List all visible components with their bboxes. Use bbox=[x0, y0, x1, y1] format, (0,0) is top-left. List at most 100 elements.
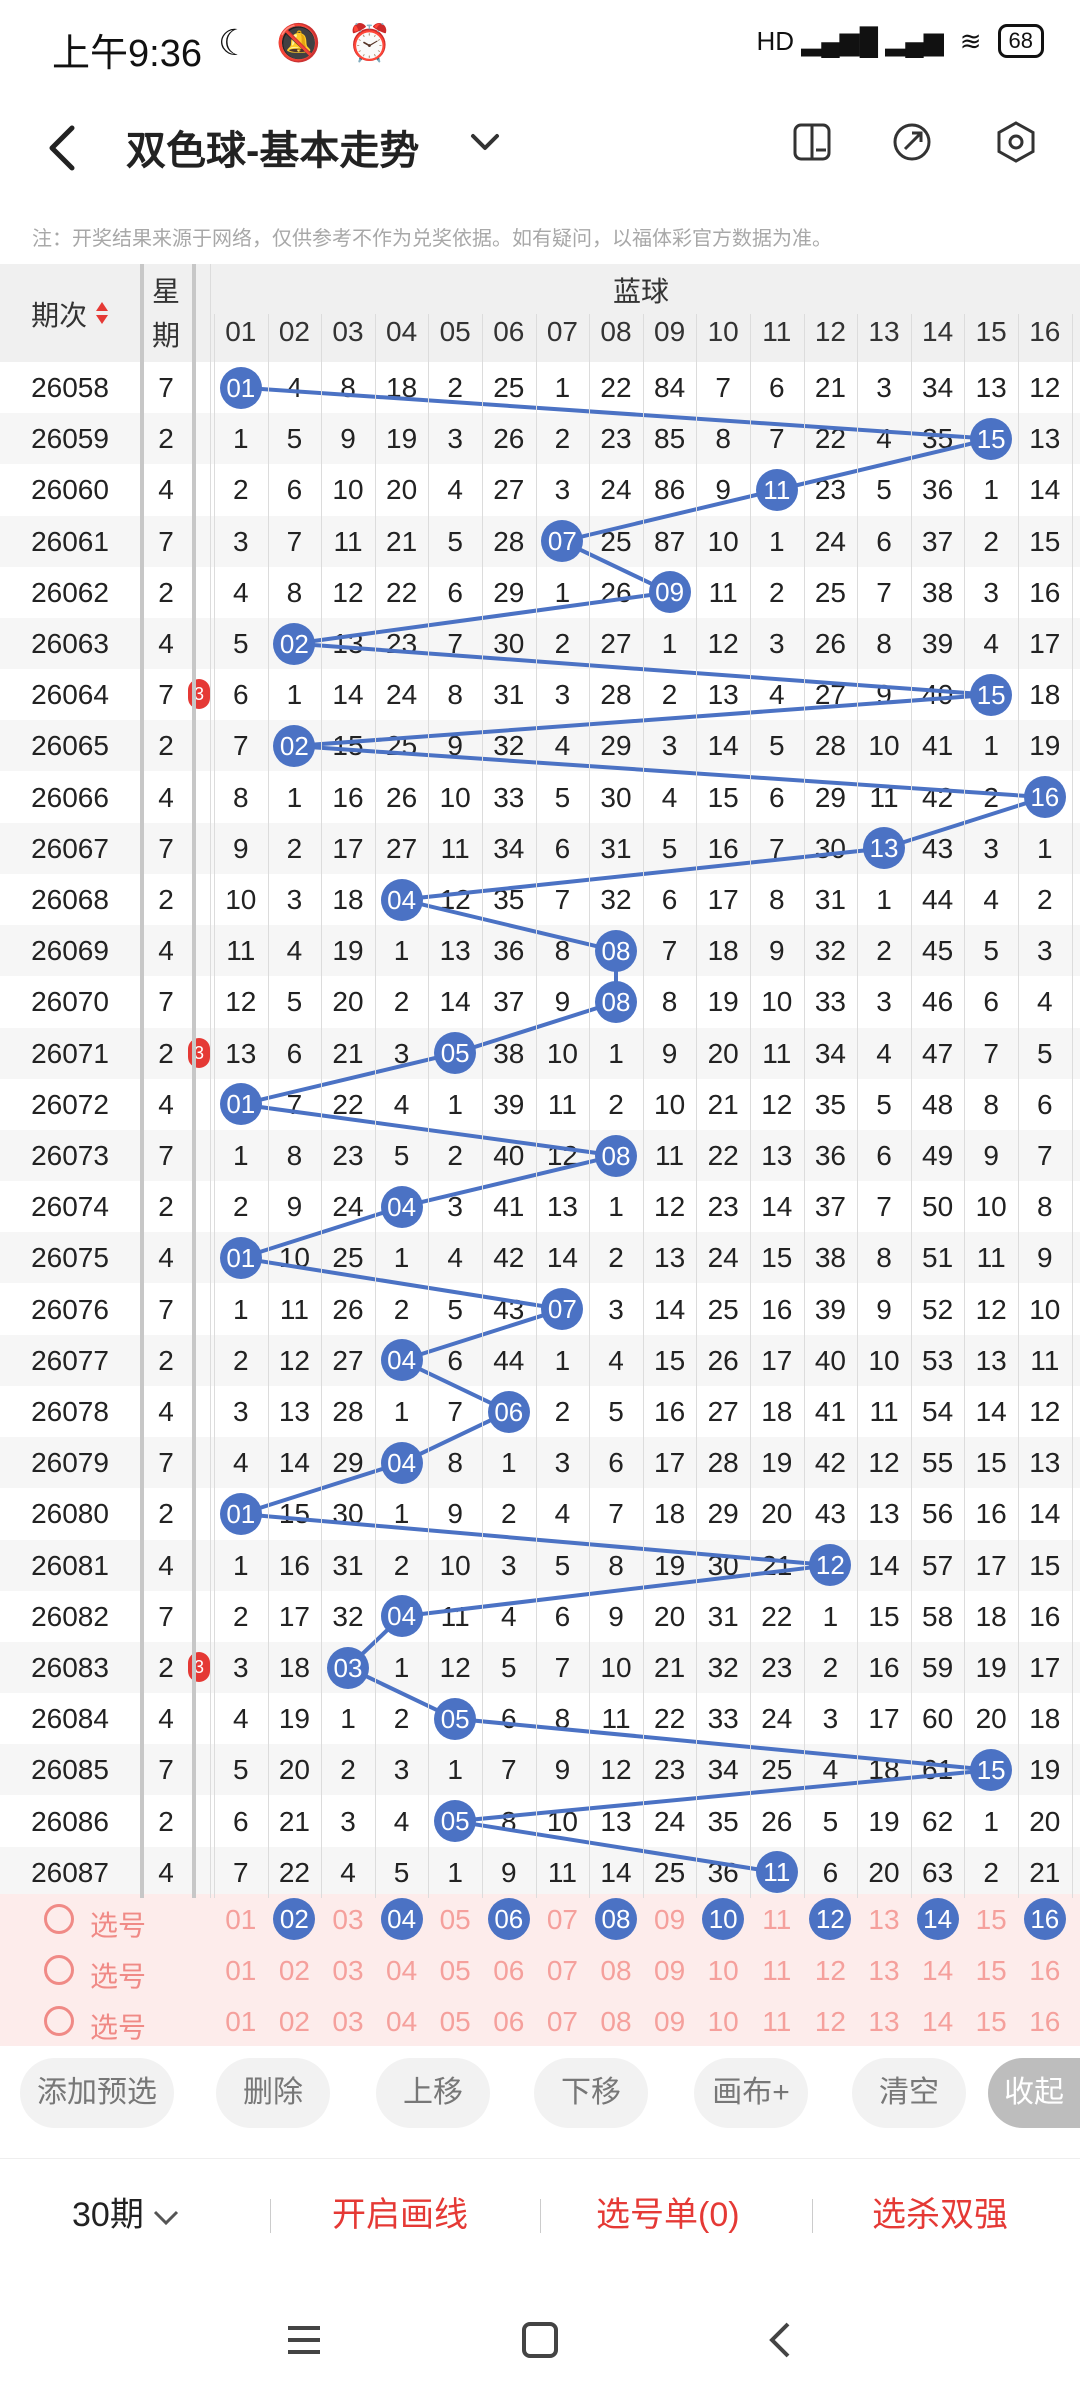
pick-list-button[interactable]: 选号单(0) bbox=[596, 2187, 740, 2236]
omission-cell: 44 bbox=[922, 884, 954, 915]
omission-cell: 14 bbox=[439, 986, 471, 1018]
kill-strong-button[interactable]: 选杀双强 bbox=[872, 2187, 1008, 2236]
pick-number[interactable]: 06 bbox=[482, 1945, 536, 1996]
pick-number[interactable]: 03 bbox=[321, 1945, 375, 1996]
pick-number[interactable]: 16 bbox=[1018, 1945, 1072, 1996]
pick-number[interactable]: 02 bbox=[267, 1945, 321, 1996]
pick-number[interactable]: 12 bbox=[803, 1945, 857, 1996]
omission-cell: 19 bbox=[332, 935, 364, 967]
pick-number[interactable]: 14 bbox=[911, 1996, 965, 2047]
omission-cell: 36 bbox=[493, 935, 525, 967]
pick-number[interactable]: 13 bbox=[857, 1894, 911, 1945]
pick-number[interactable]: 16 bbox=[1018, 1996, 1072, 2047]
pick-number-selected[interactable]: 08 bbox=[595, 1898, 637, 1940]
pick-number[interactable]: 15 bbox=[964, 1945, 1018, 1996]
pick-number-selected[interactable]: 04 bbox=[380, 1898, 423, 1940]
col-header-number: 08 bbox=[600, 316, 632, 347]
pick-number[interactable]: 14 bbox=[911, 1945, 965, 1996]
pick-number[interactable]: 15 bbox=[964, 1996, 1018, 2047]
pick-number[interactable]: 05 bbox=[428, 1996, 482, 2047]
omission-cell: 6 bbox=[876, 1140, 892, 1171]
pick-number[interactable]: 10 bbox=[696, 1945, 750, 1996]
grid-separator bbox=[210, 264, 211, 1898]
pick-number[interactable]: 09 bbox=[643, 1996, 697, 2047]
menu-icon[interactable] bbox=[284, 2314, 324, 2372]
delete-button[interactable]: 删除 bbox=[216, 2058, 330, 2128]
omission-cell: 23 bbox=[814, 474, 846, 506]
omission-cell: 48 bbox=[922, 1088, 954, 1120]
pick-number[interactable]: 07 bbox=[535, 1996, 589, 2047]
pick-number[interactable]: 07 bbox=[535, 1894, 589, 1945]
settings-icon[interactable] bbox=[992, 120, 1040, 168]
pick-number-selected[interactable]: 16 bbox=[1023, 1898, 1066, 1940]
omission-cell: 8 bbox=[286, 576, 303, 608]
pick-number[interactable]: 06 bbox=[482, 1996, 536, 2047]
period-selector[interactable]: 30期 bbox=[72, 2187, 179, 2236]
add-preselect-button[interactable]: 添加预选 bbox=[20, 2058, 174, 2128]
pick-radio[interactable] bbox=[44, 1955, 74, 1986]
omission-cell: 27 bbox=[707, 1396, 739, 1427]
draw-line-button[interactable]: 开启画线 bbox=[332, 2187, 468, 2236]
clear-button[interactable]: 清空 bbox=[852, 2058, 966, 2128]
pick-number[interactable]: 08 bbox=[589, 1945, 643, 1996]
omission-cell: 2 bbox=[393, 1703, 410, 1735]
omission-cell: 33 bbox=[493, 781, 525, 813]
omission-cell: 8 bbox=[447, 679, 463, 711]
pick-number[interactable]: 09 bbox=[643, 1894, 697, 1945]
pick-number[interactable]: 01 bbox=[214, 1945, 268, 1996]
layout-toggle-icon[interactable] bbox=[788, 120, 836, 168]
omission-cell: 42 bbox=[493, 1242, 525, 1274]
back-nav-icon[interactable] bbox=[760, 2314, 800, 2372]
pick-number-selected[interactable]: 10 bbox=[702, 1898, 745, 1940]
back-button[interactable] bbox=[44, 122, 80, 183]
pick-number[interactable]: 03 bbox=[321, 1894, 375, 1945]
pick-number[interactable]: 03 bbox=[321, 1996, 375, 2047]
omission-cell: 3 bbox=[983, 832, 999, 864]
pick-number[interactable]: 05 bbox=[428, 1945, 482, 1996]
omission-cell: 15 bbox=[868, 1600, 900, 1632]
pick-number[interactable]: 11 bbox=[750, 1996, 804, 2047]
pick-number[interactable]: 01 bbox=[214, 1894, 268, 1945]
pick-number-selected[interactable]: 12 bbox=[809, 1898, 852, 1940]
page-title[interactable]: 双色球-基本走势 bbox=[126, 118, 419, 176]
hit-ball: 11 bbox=[755, 1851, 798, 1894]
canvas-plus-button[interactable]: 画布+ bbox=[694, 2058, 808, 2128]
home-icon[interactable] bbox=[520, 2314, 560, 2372]
pick-number[interactable]: 11 bbox=[750, 1945, 804, 1996]
pick-radio[interactable] bbox=[44, 1904, 74, 1934]
col-header-number: 01 bbox=[225, 316, 257, 347]
col-header-period[interactable]: 期次 bbox=[0, 294, 140, 334]
omission-cell: 10 bbox=[868, 730, 900, 762]
pick-number[interactable]: 04 bbox=[375, 1945, 429, 1996]
pick-number[interactable]: 11 bbox=[750, 1894, 804, 1945]
omission-cell: 52 bbox=[922, 1293, 954, 1325]
pick-number-selected[interactable]: 02 bbox=[273, 1898, 316, 1940]
pick-number[interactable]: 05 bbox=[428, 1894, 482, 1945]
omission-cell: 56 bbox=[922, 1498, 954, 1530]
col-header-number: 13 bbox=[868, 316, 900, 347]
omission-cell: 17 bbox=[761, 1344, 793, 1376]
omission-cell: 11 bbox=[279, 1293, 309, 1325]
pick-number[interactable]: 13 bbox=[857, 1945, 911, 1996]
collapse-button[interactable]: 收起 bbox=[988, 2058, 1080, 2128]
omission-cell: 13 bbox=[332, 628, 364, 659]
pick-number[interactable]: 12 bbox=[803, 1996, 857, 2047]
pick-number[interactable]: 02 bbox=[267, 1996, 321, 2047]
pick-number-selected[interactable]: 14 bbox=[916, 1898, 959, 1940]
pick-number[interactable]: 07 bbox=[535, 1945, 589, 1996]
pick-number[interactable]: 15 bbox=[964, 1894, 1018, 1945]
omission-cell: 14 bbox=[332, 679, 364, 711]
share-icon[interactable] bbox=[888, 120, 936, 168]
weekday-cell: 7 bbox=[158, 1293, 174, 1325]
pick-number[interactable]: 04 bbox=[375, 1996, 429, 2047]
pick-number[interactable]: 10 bbox=[696, 1996, 750, 2047]
pick-number[interactable]: 08 bbox=[589, 1996, 643, 2047]
chevron-down-icon[interactable] bbox=[470, 126, 500, 160]
move-up-button[interactable]: 上移 bbox=[376, 2058, 490, 2128]
pick-number[interactable]: 13 bbox=[857, 1996, 911, 2047]
pick-number[interactable]: 01 bbox=[214, 1996, 268, 2047]
pick-radio[interactable] bbox=[44, 2006, 74, 2037]
move-down-button[interactable]: 下移 bbox=[534, 2058, 648, 2128]
pick-number[interactable]: 09 bbox=[643, 1945, 697, 1996]
pick-number-selected[interactable]: 06 bbox=[487, 1898, 530, 1940]
